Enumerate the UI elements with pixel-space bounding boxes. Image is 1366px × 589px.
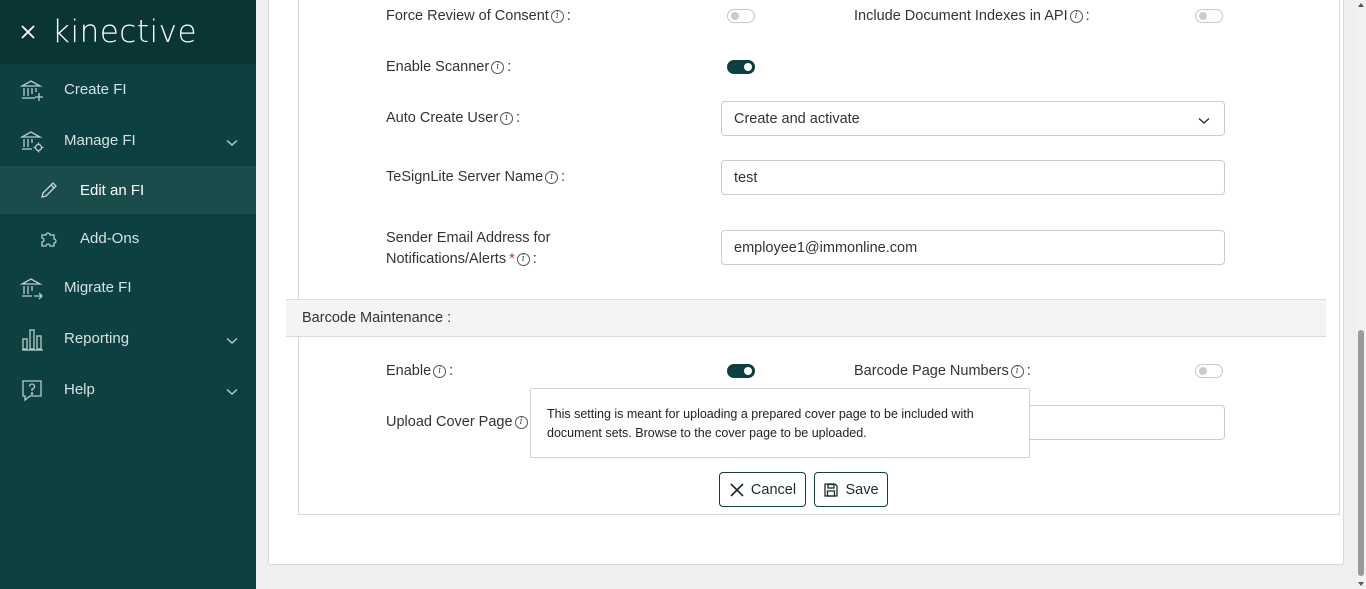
bank-arrow-icon [20,276,44,300]
info-icon[interactable]: i [514,415,528,429]
sender-email-text-line2: Notifications/Alerts [386,251,507,267]
sender-email-value: employee1@immonline.com [734,239,918,256]
barcode-section-header: Barcode Maintenance : [286,299,1326,337]
sender-email-input[interactable]: employee1@immonline.com [721,230,1225,265]
sidebar-item-create-fi[interactable]: Create FI [0,64,256,115]
close-icon[interactable] [18,22,38,42]
sidebar-item-label: Help [64,381,95,398]
sidebar-item-label: Reporting [64,330,130,347]
enable-scanner-toggle[interactable] [727,60,755,74]
barcode-enable-toggle[interactable] [727,364,755,378]
colon: : [507,59,512,75]
pencil-icon [38,179,60,201]
save-label: Save [845,481,879,498]
info-icon[interactable]: i [516,253,530,266]
main-content [256,0,1366,589]
server-name-value: test [734,169,758,186]
question-bubble-icon [20,378,44,402]
sidebar-item-manage-fi[interactable]: Manage FI [0,115,256,166]
auto-create-user-label: Auto Create User i: [386,110,520,126]
sender-email-text-line1: Sender Email Address for [386,230,551,246]
info-icon[interactable]: i [500,111,514,125]
chevron-down-icon [1198,113,1210,129]
barcode-enable-label: Enable i: [386,363,453,379]
info-icon[interactable]: i [550,9,564,23]
info-icon[interactable]: i [1069,9,1083,23]
bank-plus-icon [20,78,44,102]
save-icon [824,482,839,497]
sidebar-item-label: Create FI [64,81,127,98]
info-icon[interactable]: i [545,170,559,184]
server-name-text: TeSignLite Server Name [386,169,544,185]
sender-email-text-line2-wrap: Notifications/Alerts * i: [386,249,537,270]
info-icon[interactable]: i [491,60,505,74]
enable-scanner-text: Enable Scanner [386,59,490,75]
barcode-page-numbers-text: Barcode Page Numbers [854,363,1009,379]
scrollbar[interactable] [1356,0,1366,589]
scroll-down-icon[interactable] [1357,579,1365,589]
info-icon[interactable]: i [1010,364,1024,378]
kinective-logo: kinective [52,14,198,50]
barcode-page-numbers-label: Barcode Page Numbers i: [854,363,1031,379]
sidebar-item-help[interactable]: Help [0,364,256,415]
force-review-text: Force Review of Consent [386,8,549,24]
sidebar-item-migrate-fi[interactable]: Migrate FI [0,262,256,313]
colon: : [1085,8,1090,24]
bar-chart-icon [20,327,44,351]
sidebar-item-reporting[interactable]: Reporting [0,313,256,364]
colon: : [532,251,537,267]
info-tooltip: This setting is meant for uploading a pr… [530,388,1030,458]
chevron-down-icon [226,332,238,348]
auto-create-user-select[interactable]: Create and activate [721,101,1225,136]
sidebar-subitem-label: Add-Ons [80,229,140,247]
include-indexes-toggle[interactable] [1195,9,1223,23]
colon: : [516,110,521,126]
force-review-label: Force Review of Consent i: [386,8,571,24]
barcode-enable-text: Enable [386,363,432,379]
colon: : [561,169,566,185]
server-name-label: TeSignLite Server Name i: [386,169,565,185]
scroll-up-icon[interactable] [1357,0,1365,10]
upload-cover-label: Upload Cover Page i [386,414,531,430]
cancel-button[interactable]: Cancel [719,472,806,507]
required-mark: * [509,251,515,267]
auto-create-user-value: Create and activate [734,110,860,127]
close-icon [730,482,744,497]
scrollbar-thumb[interactable] [1358,330,1364,576]
barcode-page-numbers-toggle[interactable] [1195,364,1223,378]
sidebar-subitem-edit-fi[interactable]: Edit an FI [0,166,256,214]
colon: : [449,363,454,379]
settings-card [268,0,1344,565]
colon: : [566,8,571,24]
include-indexes-label: Include Document Indexes in API i: [854,8,1090,24]
include-indexes-text: Include Document Indexes in API [854,8,1068,24]
save-button[interactable]: Save [814,472,888,507]
colon: : [1026,363,1031,379]
bank-gear-icon [20,129,44,153]
chevron-down-icon [226,134,238,150]
server-name-input[interactable]: test [721,160,1225,195]
info-icon[interactable]: i [433,364,447,378]
sidebar-item-label: Manage FI [64,132,136,149]
sidebar-header: kinective [0,0,256,64]
sender-email-label: Sender Email Address for Notifications/A… [386,228,550,270]
chevron-down-icon [226,383,238,399]
enable-scanner-label: Enable Scanner i: [386,59,511,75]
upload-cover-text: Upload Cover Page [386,414,513,430]
sidebar-subitem-label: Edit an FI [80,181,145,199]
force-review-toggle[interactable] [727,9,755,23]
auto-create-user-text: Auto Create User [386,110,499,126]
barcode-section-title: Barcode Maintenance : [302,310,452,326]
puzzle-icon [38,227,60,249]
sidebar: kinective Create FI Manage FI Edit an FI… [0,0,256,589]
sidebar-subitem-add-ons[interactable]: Add-Ons [0,214,256,262]
sidebar-item-label: Migrate FI [64,279,132,296]
cancel-label: Cancel [750,481,797,498]
